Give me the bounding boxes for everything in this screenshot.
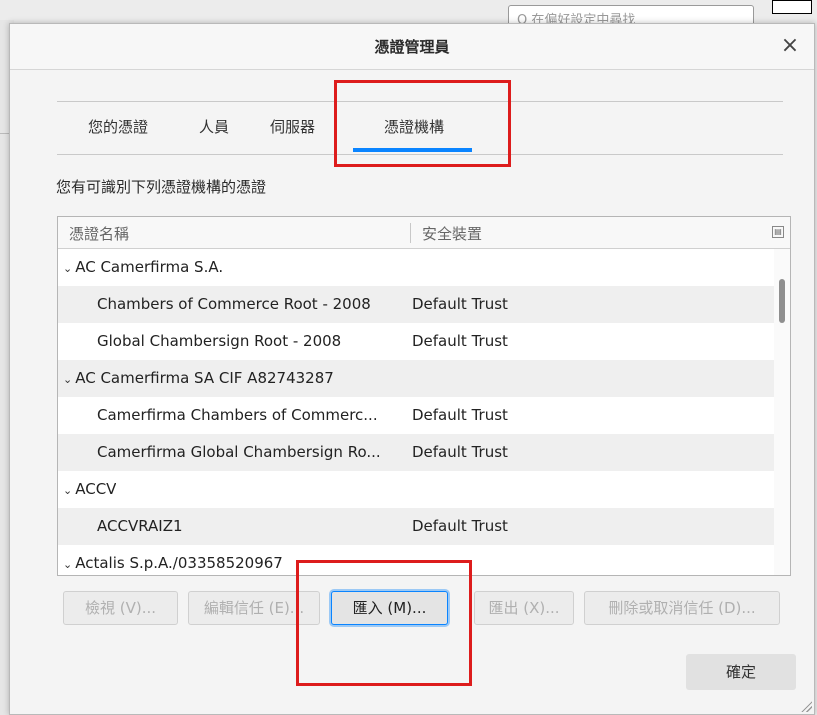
import-highlight-annotation [296,560,472,686]
tab-highlight-annotation [334,80,511,167]
tab-your-certificates[interactable]: 您的憑證 [88,116,148,137]
vertical-scrollbar[interactable] [774,249,790,575]
security-device: Default Trust [412,406,508,424]
resize-grip[interactable] [800,700,812,712]
tree-leaf-row[interactable]: Camerfirma Global Chambersign Ro... Defa… [58,434,774,471]
tab-people[interactable]: 人員 [199,116,229,137]
ok-button[interactable]: 確定 [686,654,796,690]
delete-distrust-button[interactable]: 刪除或取消信任 (D)... [584,591,780,625]
view-button[interactable]: 檢視 (V)... [63,591,178,625]
security-device: Default Trust [412,332,508,350]
security-device: Default Trust [412,295,508,313]
group-name: ACCV [75,480,117,498]
chevron-down-icon[interactable]: ⌄ [63,262,72,275]
tab-servers[interactable]: 伺服器 [270,116,315,137]
column-header-device[interactable]: 安全裝置 [422,223,482,244]
security-device: Default Trust [412,517,508,535]
certificate-tree[interactable]: 憑證名稱 安全裝置 ▤ ⌄ AC Camerfirma S.A. Chambers… [57,216,791,576]
group-name: AC Camerfirma S.A. [75,258,224,276]
tree-group-row[interactable]: ⌄ AC Camerfirma S.A. [58,249,774,286]
group-name: AC Camerfirma SA CIF A82743287 [75,369,334,387]
group-name: Actalis S.p.A./03358520967 [75,554,283,572]
certificate-name: Camerfirma Global Chambersign Ro... [97,443,381,461]
scrollbar-thumb[interactable] [779,279,785,323]
column-header-name[interactable]: 憑證名稱 [69,223,129,244]
certificate-name: Global Chambersign Root - 2008 [97,332,342,350]
certificate-name: Chambers of Commerce Root - 2008 [97,295,371,313]
close-button[interactable]: × [778,33,802,59]
certificate-rows: ⌄ AC Camerfirma S.A. Chambers of Commerce… [58,249,774,575]
tree-leaf-row[interactable]: Chambers of Commerce Root - 2008 Default… [58,286,774,323]
tree-group-row[interactable]: ⌄ AC Camerfirma SA CIF A82743287 [58,360,774,397]
chevron-down-icon[interactable]: ⌄ [63,558,72,571]
background-frame-box [772,0,812,14]
export-button[interactable]: 匯出 (X)... [474,591,574,625]
tree-leaf-row[interactable]: Camerfirma Chambers of Commerc... Defaul… [58,397,774,434]
certificate-name: ACCVRAIZ1 [97,517,183,535]
tree-header: 憑證名稱 安全裝置 ▤ [58,217,790,249]
tree-leaf-row[interactable]: ACCVRAIZ1 Default Trust [58,508,774,545]
dialog-title: 憑證管理員 [374,38,450,56]
tree-leaf-row[interactable]: Global Chambersign Root - 2008 Default T… [58,323,774,360]
column-picker-icon[interactable]: ▤ [772,226,784,238]
column-separator[interactable] [410,223,411,243]
chevron-down-icon[interactable]: ⌄ [63,484,72,497]
tab-description: 您有可識別下列憑證機構的憑證 [56,178,267,196]
tree-group-row[interactable]: ⌄ ACCV [58,471,774,508]
security-device: Default Trust [412,443,508,461]
certificate-name: Camerfirma Chambers of Commerc... [97,406,378,424]
dialog-titlebar: 憑證管理員 × [10,24,814,70]
chevron-down-icon[interactable]: ⌄ [63,373,72,386]
